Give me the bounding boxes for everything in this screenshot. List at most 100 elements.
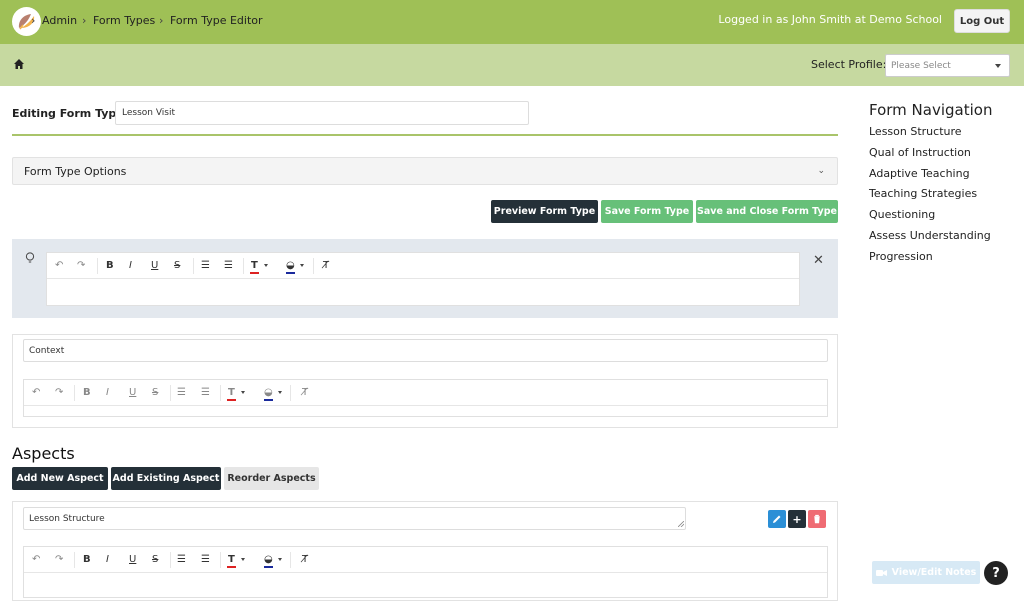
home-icon[interactable] [13,58,25,70]
numbered-list-icon[interactable]: ☰ [177,387,186,398]
bullet-list-icon[interactable]: ☰ [201,387,210,398]
clear-format-icon[interactable]: T̸ [302,554,308,565]
delete-aspect-button[interactable] [808,510,826,528]
section-divider [12,134,838,136]
toolbar-divider [170,385,171,401]
bold-icon[interactable]: B [83,554,91,565]
redo-icon[interactable]: ↷ [55,387,63,398]
close-icon[interactable]: ✕ [813,253,824,268]
logout-button[interactable]: Log Out [954,9,1010,33]
context-title-input[interactable]: Context [23,339,828,362]
nav-item-teaching-strategies[interactable]: Teaching Strategies [869,187,977,200]
highlight-color-swatch [264,566,273,568]
view-edit-notes-label: View/Edit Notes [891,567,977,578]
bullet-list-icon[interactable]: ☰ [224,260,233,271]
resize-handle-icon[interactable] [678,521,684,527]
chevron-down-icon [241,391,245,394]
add-sub-aspect-button[interactable]: + [788,510,806,528]
text-color-icon[interactable]: T [251,260,258,271]
toolbar-divider [290,552,291,568]
preview-form-type-button[interactable]: Preview Form Type [491,200,598,223]
clear-format-icon[interactable]: T̸ [302,387,308,398]
redo-icon[interactable]: ↷ [55,554,63,565]
redo-icon[interactable]: ↷ [77,260,85,271]
underline-icon[interactable]: U [129,554,136,565]
trash-icon [814,514,820,524]
lightbulb-icon [25,252,35,263]
italic-icon[interactable]: I [129,260,132,271]
nav-item-progression[interactable]: Progression [869,250,933,263]
aspect-title-input[interactable]: Lesson Structure [23,507,686,530]
highlight-color-icon[interactable]: ◒ [264,387,273,398]
text-color-icon[interactable]: T [228,387,235,398]
context-rich-text-editor[interactable]: ↶ ↷ B I U S ☰ ☰ T ◒ T̸ [23,379,828,417]
plus-icon: + [792,512,802,526]
numbered-list-icon[interactable]: ☰ [177,554,186,565]
highlight-color-swatch [286,272,295,274]
clear-format-icon[interactable]: T̸ [323,260,329,271]
editor-toolbar: ↶ ↷ B I U S ☰ ☰ T ◒ T̸ [24,380,827,406]
editor-toolbar: ↶ ↷ B I U S ☰ ☰ T ◒ T̸ [24,547,827,573]
italic-icon[interactable]: I [106,387,109,398]
edit-aspect-button[interactable] [768,510,786,528]
strikethrough-icon[interactable]: S [152,387,158,398]
toolbar-divider [243,258,244,274]
breadcrumb-separator-icon: › [82,14,87,27]
breadcrumb-item-form-types[interactable]: Form Types [93,14,155,27]
bullet-list-icon[interactable]: ☰ [201,554,210,565]
aspect-rich-text-editor[interactable]: ↶ ↷ B I U S ☰ ☰ T ◒ T̸ [23,546,828,598]
undo-icon[interactable]: ↶ [32,554,40,565]
text-color-icon[interactable]: T [228,554,235,565]
toolbar-divider [313,258,314,274]
underline-icon[interactable]: U [151,260,158,271]
highlight-color-icon[interactable]: ◒ [264,554,273,565]
video-camera-icon [875,569,887,576]
bold-icon[interactable]: B [83,387,91,398]
form-type-options-label: Form Type Options [24,165,127,178]
toolbar-divider [74,552,75,568]
add-new-aspect-button[interactable]: Add New Aspect [12,467,108,490]
save-and-close-button[interactable]: Save and Close Form Type [696,200,838,223]
toolbar-divider [193,258,194,274]
highlight-color-icon[interactable]: ◒ [286,260,295,271]
toolbar-divider [220,552,221,568]
help-button[interactable]: ? [984,561,1008,585]
underline-icon[interactable]: U [129,387,136,398]
toolbar-divider [97,258,98,274]
profile-select[interactable]: Please Select [885,54,1010,77]
chevron-down-icon [241,558,245,561]
app-logo[interactable] [12,7,41,36]
reorder-aspects-button[interactable]: Reorder Aspects [224,467,319,490]
bold-icon[interactable]: B [106,260,114,271]
breadcrumb-separator-icon: › [31,14,36,27]
breadcrumb-item-admin[interactable]: Admin [42,14,77,27]
text-color-swatch [227,566,236,568]
undo-icon[interactable]: ↶ [55,260,63,271]
save-form-type-button[interactable]: Save Form Type [601,200,693,223]
form-type-name-input[interactable]: Lesson Visit [115,101,529,125]
editor-toolbar: ↶ ↷ B I U S ☰ ☰ T ◒ T̸ [47,253,799,279]
add-existing-aspect-button[interactable]: Add Existing Aspect [111,467,221,490]
nav-item-questioning[interactable]: Questioning [869,208,935,221]
nav-item-qual-of-instruction[interactable]: Qual of Instruction [869,146,971,159]
toolbar-divider [170,552,171,568]
tip-rich-text-editor[interactable]: ↶ ↷ B I U S ☰ ☰ T ◒ T̸ [46,252,800,306]
nav-item-adaptive-teaching[interactable]: Adaptive Teaching [869,167,970,180]
undo-icon[interactable]: ↶ [32,387,40,398]
chevron-down-icon [264,264,268,267]
chevron-down-icon [300,264,304,267]
numbered-list-icon[interactable]: ☰ [201,260,210,271]
strikethrough-icon[interactable]: S [152,554,158,565]
chevron-down-icon [278,391,282,394]
view-edit-notes-button[interactable]: View/Edit Notes [872,561,980,584]
italic-icon[interactable]: I [106,554,109,565]
breadcrumb-separator-icon: › [159,14,164,27]
strikethrough-icon[interactable]: S [174,260,180,271]
highlight-color-swatch [264,399,273,401]
chevron-down-icon [278,558,282,561]
form-type-options-accordion[interactable]: Form Type Options ⌄ [12,157,838,185]
chevron-down-icon: ⌄ [817,166,825,176]
logo-icon [18,14,35,30]
nav-item-lesson-structure[interactable]: Lesson Structure [869,125,962,138]
nav-item-assess-understanding[interactable]: Assess Understanding [869,229,991,242]
